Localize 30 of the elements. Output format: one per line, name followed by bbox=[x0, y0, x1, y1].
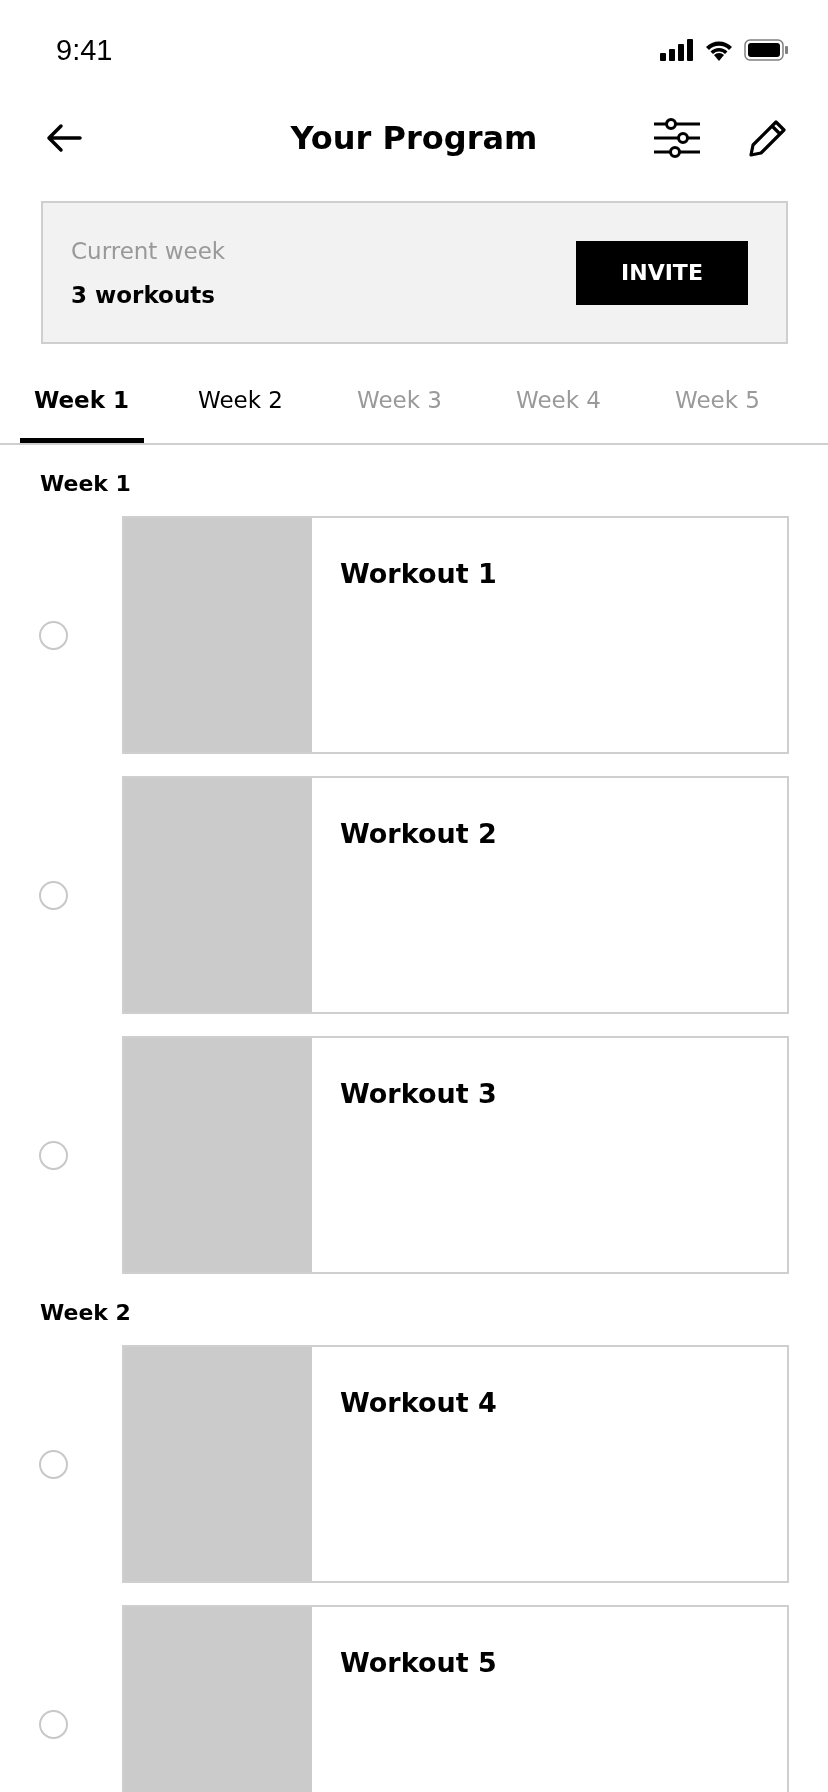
radio-button[interactable] bbox=[38, 620, 68, 650]
workout-title: Workout 1 bbox=[340, 558, 497, 589]
workout-card[interactable]: Workout 2 bbox=[122, 776, 789, 1014]
status-time: 9:41 bbox=[56, 33, 113, 67]
workout-card[interactable]: Workout 3 bbox=[122, 1036, 789, 1274]
pencil-icon[interactable] bbox=[748, 118, 788, 158]
radio-button[interactable] bbox=[38, 1449, 68, 1479]
workout-title: Workout 3 bbox=[340, 1078, 497, 1109]
filter-sliders-icon[interactable] bbox=[652, 116, 702, 160]
radio-button[interactable] bbox=[38, 1140, 68, 1170]
back-arrow-icon[interactable] bbox=[46, 123, 82, 153]
wifi-icon bbox=[704, 39, 734, 61]
workout-card[interactable]: Workout 4 bbox=[122, 1345, 789, 1583]
workout-title: Workout 5 bbox=[340, 1647, 497, 1678]
workout-card[interactable]: Workout 1 bbox=[122, 516, 789, 754]
week-tab[interactable]: Week 1 bbox=[19, 361, 144, 443]
workout-title: Workout 2 bbox=[340, 818, 497, 849]
signal-icon bbox=[660, 39, 694, 61]
current-week-label: Current week bbox=[71, 237, 226, 264]
radio-button[interactable] bbox=[38, 1709, 68, 1739]
workout-title: Workout 4 bbox=[340, 1387, 497, 1418]
radio-button[interactable] bbox=[38, 880, 68, 910]
workout-card[interactable]: Workout 5 bbox=[122, 1605, 789, 1792]
invite-button[interactable]: INVITE bbox=[576, 240, 748, 305]
section-heading: Week 2 bbox=[40, 1299, 132, 1327]
week-tab[interactable]: Week 2 bbox=[178, 361, 303, 443]
screen-title: Your Program bbox=[290, 119, 538, 157]
workout-count: 3 workouts bbox=[71, 281, 216, 308]
section-heading: Week 1 bbox=[40, 470, 132, 498]
battery-icon bbox=[744, 39, 788, 61]
